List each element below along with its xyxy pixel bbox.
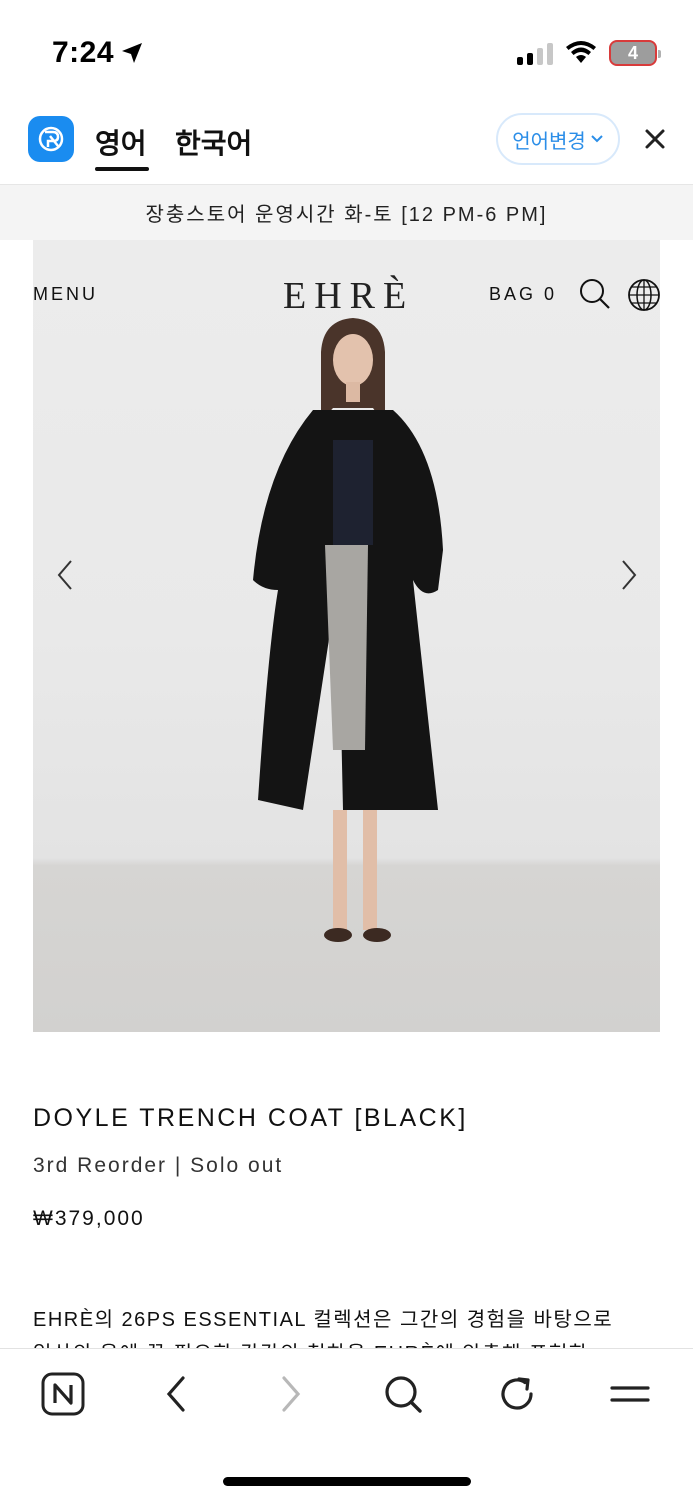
shopping-bag-link[interactable]: BAG 0 [489, 284, 557, 305]
product-price: ₩379,000 [33, 1207, 145, 1230]
product-title: DOYLE TRENCH COAT [BLACK] [33, 1104, 468, 1132]
forward-arrow-icon [282, 1376, 301, 1412]
notice-text: 장충스토어 운영시간 화-토 [12 PM-6 PM] [145, 204, 548, 226]
naver-home-button[interactable] [40, 1371, 86, 1417]
hamburger-menu-icon [610, 1386, 650, 1402]
back-button[interactable] [153, 1371, 199, 1417]
papago-logo-icon[interactable] [28, 116, 74, 162]
store-hours-notice: 장충스토어 운영시간 화-토 [12 PM-6 PM] [0, 184, 693, 240]
site-menu-link[interactable]: MENU [33, 284, 98, 305]
product-image-carousel[interactable]: MENU EHRÈ BAG 0 [33, 240, 660, 1032]
reload-icon [501, 1377, 533, 1410]
status-bar: 7:24 4 [0, 0, 693, 100]
change-language-button[interactable]: 언어변경 [496, 113, 620, 165]
status-time: 7:24 [52, 36, 144, 70]
site-logo[interactable]: EHRÈ [283, 274, 414, 318]
chevron-down-icon [591, 135, 603, 143]
browser-menu-button[interactable] [607, 1371, 653, 1417]
product-photo [253, 318, 443, 942]
change-language-label: 언어변경 [512, 130, 586, 153]
browser-search-button[interactable] [380, 1371, 426, 1417]
chevron-left-icon[interactable] [53, 558, 77, 592]
battery-indicator: 4 [609, 40, 661, 66]
browser-toolbar [0, 1348, 693, 1500]
naver-n-icon [41, 1372, 85, 1416]
cellular-signal-icon [517, 41, 553, 65]
search-icon [385, 1376, 422, 1413]
reload-button[interactable] [494, 1371, 540, 1417]
location-arrow-icon [122, 43, 143, 63]
translate-bar: 영어 한국어 언어변경 [0, 100, 693, 184]
chevron-right-icon[interactable] [617, 558, 641, 592]
battery-level: 4 [627, 42, 638, 63]
forward-button[interactable] [268, 1371, 314, 1417]
product-subtitle: 3rd Reorder | Solo out [33, 1154, 284, 1177]
search-icon[interactable] [579, 278, 611, 310]
clock-text: 7:24 [52, 36, 115, 69]
tab-target-language[interactable]: 한국어 [175, 122, 252, 162]
globe-icon[interactable] [627, 278, 660, 312]
status-indicators: 4 [517, 40, 661, 66]
active-tab-indicator [95, 167, 149, 171]
wifi-icon [566, 41, 596, 63]
back-arrow-icon [166, 1376, 185, 1412]
description-line: EHRÈ의 26PS ESSENTIAL 컬렉션은 그간의 경험을 바탕으로 [33, 1309, 614, 1331]
home-indicator[interactable] [223, 1477, 471, 1486]
tab-source-language[interactable]: 영어 [95, 122, 147, 162]
close-icon[interactable] [640, 124, 670, 154]
